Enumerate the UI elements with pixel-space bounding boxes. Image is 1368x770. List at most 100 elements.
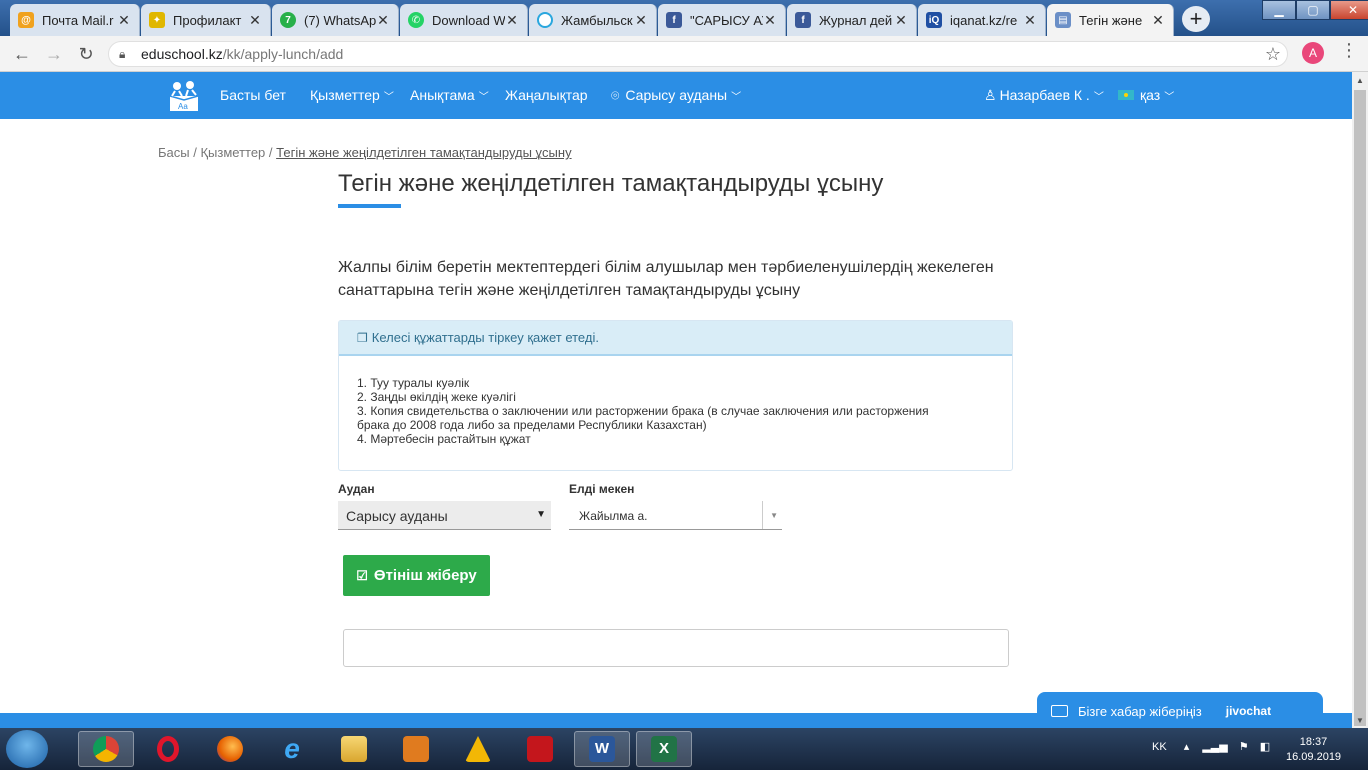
- windows-start-button[interactable]: [6, 730, 48, 768]
- chevron-down-icon: ﹀: [383, 92, 394, 103]
- taskbar-acrobat-icon[interactable]: [512, 731, 568, 767]
- browser-menu-icon[interactable]: ⋮: [1340, 40, 1358, 61]
- whatsapp-badge-icon: 7: [280, 12, 296, 28]
- browser-tab[interactable]: @ Почта Mail.r ✕: [10, 4, 140, 36]
- jivochat-widget[interactable]: Бізге хабар жіберіңіз jivochat: [1037, 692, 1323, 730]
- district-select[interactable]: Сарысу ауданы ▼: [338, 501, 551, 530]
- scroll-up-icon[interactable]: ▲: [1352, 72, 1368, 88]
- volume-icon[interactable]: ◧: [1260, 741, 1270, 753]
- list-item: 2. Заңды өкілдің жеке куәлігі: [357, 390, 516, 404]
- system-tray: KK ▴ ▂▃▅ ⚑ ◧: [1152, 740, 1270, 753]
- location-pin-icon: ⌾: [611, 87, 620, 103]
- url-input[interactable]: 🔒︎ eduschool.kz/kk/apply-lunch/add ☆: [108, 41, 1288, 67]
- page-title: Тегін және жеңілдетілген тамақтандыруды …: [338, 170, 884, 197]
- lock-icon: 🔒︎: [119, 46, 126, 61]
- breadcrumb-home-link[interactable]: Басы: [158, 145, 190, 160]
- facebook-icon: f: [795, 12, 811, 28]
- kazakhstan-flag-icon: [1118, 90, 1134, 100]
- window-controls: ▁ ▢ ✕: [1262, 0, 1368, 20]
- chevron-down-icon: ﹀: [1164, 92, 1175, 103]
- forward-button[interactable]: →: [42, 42, 66, 66]
- loading-icon: [537, 12, 553, 28]
- browser-tab[interactable]: f Журнал дей ✕: [787, 4, 917, 36]
- close-tab-icon[interactable]: ✕: [376, 12, 390, 29]
- network-signal-icon[interactable]: ▂▃▅: [1202, 741, 1227, 753]
- taskbar-internet-explorer-icon[interactable]: e: [264, 731, 320, 767]
- taskbar-word-icon[interactable]: W: [574, 731, 630, 767]
- bookmark-star-icon[interactable]: ☆: [1265, 44, 1281, 65]
- taskbar-excel-icon[interactable]: X: [636, 731, 692, 767]
- locality-select[interactable]: Жайылма а. ▼: [569, 501, 782, 530]
- scrollbar-thumb[interactable]: [1354, 90, 1366, 726]
- close-window-button[interactable]: ✕: [1330, 0, 1368, 20]
- dropdown-arrow-icon: ▼: [770, 511, 778, 520]
- scroll-down-icon[interactable]: ▼: [1352, 712, 1368, 728]
- maximize-button[interactable]: ▢: [1296, 0, 1330, 20]
- browser-tab[interactable]: ✦ Профилакт ✕: [141, 4, 271, 36]
- close-tab-icon[interactable]: ✕: [763, 12, 777, 29]
- nav-district-menu[interactable]: ⌾ Сарысу ауданы ﹀: [611, 87, 741, 104]
- close-tab-icon[interactable]: ✕: [248, 12, 262, 29]
- nav-user-menu[interactable]: ♙ Назарбаев К . ﹀: [984, 87, 1104, 104]
- close-tab-icon[interactable]: ✕: [505, 12, 519, 29]
- address-bar: ← → ↻ 🔒︎ eduschool.kz/kk/apply-lunch/add…: [0, 36, 1368, 72]
- browser-tab[interactable]: f "САРЫСУ АУ ✕: [658, 4, 786, 36]
- chevron-down-icon: ﹀: [731, 92, 742, 103]
- close-tab-icon[interactable]: ✕: [117, 12, 131, 29]
- action-center-flag-icon[interactable]: ⚑: [1239, 741, 1249, 753]
- result-message-box: [343, 629, 1009, 667]
- envelope-icon: [1051, 705, 1068, 717]
- breadcrumb-current[interactable]: Тегін және жеңілдетілген тамақтандыруды …: [276, 145, 571, 160]
- browser-tab-active[interactable]: ▤ Тегін және ✕: [1047, 4, 1174, 36]
- close-tab-icon[interactable]: ✕: [634, 12, 648, 29]
- taskbar-media-player-icon[interactable]: [388, 731, 444, 767]
- taskbar-opera-icon[interactable]: [140, 731, 196, 767]
- facebook-icon: f: [666, 12, 682, 28]
- iqanat-icon: iQ: [926, 12, 942, 28]
- browser-tab[interactable]: Жамбыльск ✕: [529, 4, 657, 36]
- locality-label: Елді мекен: [569, 482, 635, 496]
- breadcrumb-services-link[interactable]: Қызметтер: [200, 145, 265, 160]
- district-label: Аудан: [338, 482, 375, 496]
- nav-news-link[interactable]: Жаңалықтар: [505, 87, 588, 103]
- nav-language-menu[interactable]: қаз ﹀: [1118, 87, 1174, 103]
- windows-taskbar: e W X KK ▴ ▂▃▅ ⚑ ◧ 18:37 16.09.2019: [0, 728, 1368, 770]
- new-tab-button[interactable]: +: [1182, 6, 1210, 32]
- submit-application-button[interactable]: ☑ Өтініш жіберу: [343, 555, 490, 596]
- minimize-button[interactable]: ▁: [1262, 0, 1296, 20]
- documents-list: 1. Туу туралы куәлік 2. Заңды өкілдің же…: [339, 356, 1012, 446]
- browser-tab-strip: @ Почта Mail.r ✕ ✦ Профилакт ✕ 7 (7) Wha…: [0, 0, 1368, 36]
- nav-home-link[interactable]: Басты бет: [220, 87, 286, 103]
- taskbar-file-explorer-icon[interactable]: [326, 731, 382, 767]
- keyboard-language-indicator[interactable]: KK: [1152, 741, 1167, 753]
- tray-expand-icon[interactable]: ▴: [1184, 741, 1190, 753]
- list-item: 3. Копия свидетельства о заключении или …: [357, 404, 929, 432]
- back-button[interactable]: ←: [10, 42, 34, 66]
- close-tab-icon[interactable]: ✕: [894, 12, 908, 29]
- title-underline: [338, 204, 401, 208]
- dropdown-arrow-icon: ▼: [536, 509, 546, 520]
- reload-button[interactable]: ↻: [74, 42, 98, 66]
- page-scrollbar[interactable]: ▲ ▼: [1352, 72, 1368, 728]
- eduschool-logo-icon[interactable]: Aa: [166, 78, 202, 114]
- list-item: 4. Мәртебесін растайтын құжат: [357, 432, 531, 446]
- jivochat-brand: jivochat: [1225, 704, 1272, 718]
- browser-tab[interactable]: iQ iqanat.kz/re ✕: [918, 4, 1046, 36]
- close-tab-icon[interactable]: ✕: [1023, 12, 1037, 29]
- taskbar-chrome-icon[interactable]: [78, 731, 134, 767]
- nav-services-menu[interactable]: Қызметтер ﹀: [310, 87, 394, 103]
- taskbar-firefox-icon[interactable]: [202, 731, 258, 767]
- taskbar-clock[interactable]: 18:37 16.09.2019: [1286, 735, 1341, 765]
- mail-at-icon: @: [18, 12, 34, 28]
- panel-heading: ❐ Келесі құжаттарды тіркеу қажет етеді.: [339, 321, 1012, 356]
- browser-tab[interactable]: 7 (7) WhatsAp ✕: [272, 4, 399, 36]
- profile-avatar[interactable]: A: [1302, 42, 1324, 64]
- browser-tab[interactable]: ✆ Download W ✕: [400, 4, 528, 36]
- page-icon: ▤: [1055, 12, 1071, 28]
- select-divider: [762, 501, 763, 529]
- taskbar-archive-icon[interactable]: [450, 731, 506, 767]
- nav-reference-menu[interactable]: Анықтама ﹀: [410, 87, 489, 103]
- chevron-down-icon: ﹀: [478, 92, 489, 103]
- close-tab-icon[interactable]: ✕: [1151, 12, 1165, 29]
- checkbox-checked-icon: ☑: [356, 567, 368, 583]
